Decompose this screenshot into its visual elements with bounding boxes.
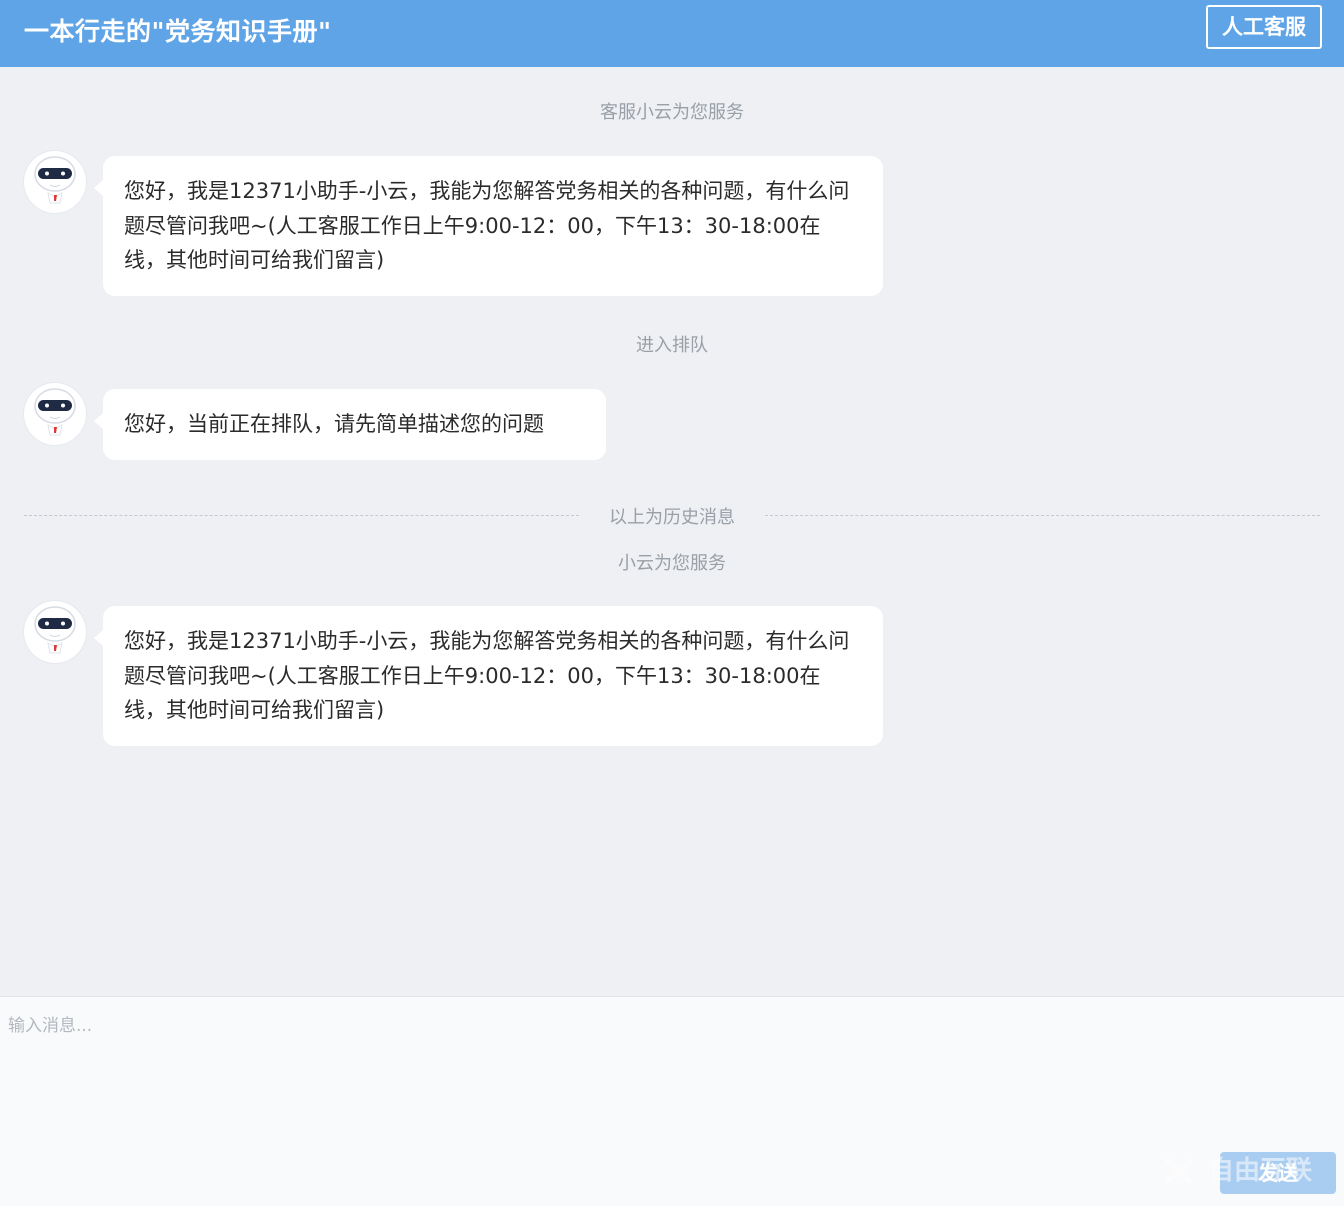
bot-message: 您好，我是12371小助手-小云，我能为您解答党务相关的各种问题，有什么问题尽管… [94, 606, 883, 746]
send-button[interactable]: 发送 [1220, 1152, 1336, 1194]
robot-avatar-icon [24, 383, 86, 445]
robot-avatar-icon [24, 601, 86, 663]
message-composer: 发送 自由互联 [0, 996, 1344, 1206]
bot-message: 您好，我是12371小助手-小云，我能为您解答党务相关的各种问题，有什么问题尽管… [94, 156, 883, 296]
system-notice: 小云为您服务 [618, 553, 726, 574]
system-notice: 客服小云为您服务 [600, 102, 744, 123]
bot-message: 您好，当前正在排队，请先简单描述您的问题 [94, 389, 606, 460]
chat-area[interactable]: 客服小云为您服务 您好，我是12371小助手-小云，我能为您解答党务相关的各种问… [0, 67, 1344, 996]
human-service-button[interactable]: 人工客服 [1206, 5, 1322, 49]
divider-line-right [765, 515, 1320, 516]
queue-notice: 进入排队 [636, 335, 708, 356]
message-input[interactable] [8, 1011, 1328, 1141]
page-title: 一本行走的"党务知识手册" [24, 17, 332, 46]
robot-avatar-icon [24, 151, 86, 213]
header-bar: 一本行走的"党务知识手册" 人工客服 [0, 0, 1344, 67]
history-divider-label: 以上为历史消息 [609, 507, 735, 528]
